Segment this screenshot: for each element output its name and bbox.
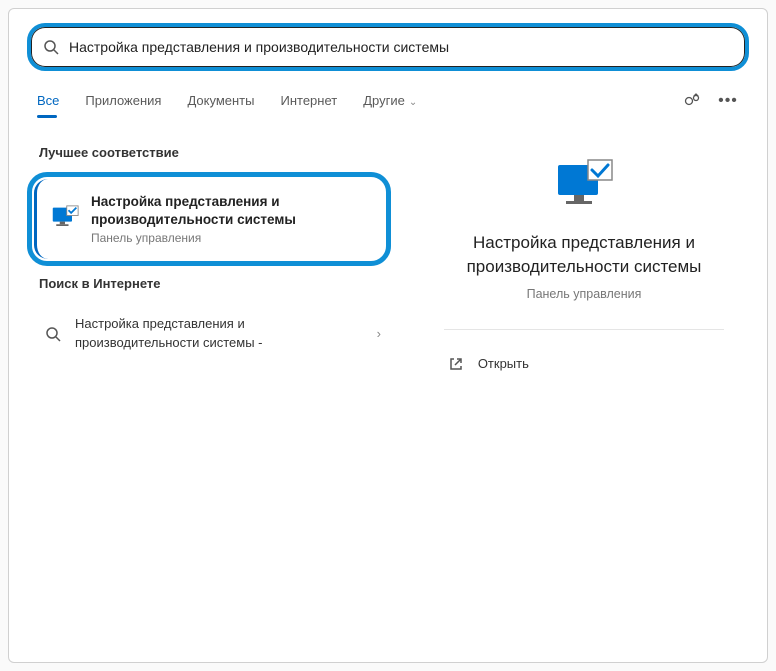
tab-web[interactable]: Интернет [280,85,337,116]
best-match-result[interactable]: Настройка представления и производительн… [34,179,384,259]
section-best-match: Лучшее соответствие [39,145,391,160]
more-options-icon[interactable]: ••• [717,90,739,112]
search-input[interactable] [69,39,733,55]
tab-more[interactable]: Другие⌄ [363,85,417,116]
monitor-settings-icon [552,157,616,213]
section-web-search: Поиск в Интернете [39,276,391,291]
result-category: Панель управления [91,231,370,245]
divider [444,329,724,330]
tab-all[interactable]: Все [37,85,59,116]
search-box[interactable] [43,27,733,67]
results-list: Лучшее соответствие Настройка предста [9,117,401,662]
result-title: Настройка представления и производительн… [91,193,370,229]
best-match-highlight: Настройка представления и производительн… [27,172,391,266]
open-external-icon [448,356,464,372]
preview-title: Настройка представления и производительн… [434,231,734,279]
search-icon [45,326,61,342]
tab-apps[interactable]: Приложения [85,85,161,116]
open-action[interactable]: Открыть [444,348,724,380]
results-content: Лучшее соответствие Настройка предста [9,117,767,662]
chevron-right-icon: › [377,326,381,341]
search-window: Все Приложения Документы Интернет Другие… [8,8,768,663]
filter-tabs: Все Приложения Документы Интернет Другие… [9,79,767,117]
result-text: Настройка представления и производительн… [91,193,370,245]
open-label: Открыть [478,356,529,371]
search-icon [43,39,59,55]
preview-category: Панель управления [527,287,642,301]
tab-documents[interactable]: Документы [187,85,254,116]
search-bar-container [9,9,767,79]
account-switch-icon[interactable] [681,90,703,112]
web-result-title: Настройка представления и производительн… [75,315,369,351]
monitor-settings-icon [51,205,79,233]
chevron-down-icon: ⌄ [409,97,417,108]
tabs-actions: ••• [681,90,739,112]
web-result[interactable]: Настройка представления и производительн… [27,303,391,363]
search-box-highlight [27,23,749,71]
preview-pane: Настройка представления и производительн… [401,117,767,662]
